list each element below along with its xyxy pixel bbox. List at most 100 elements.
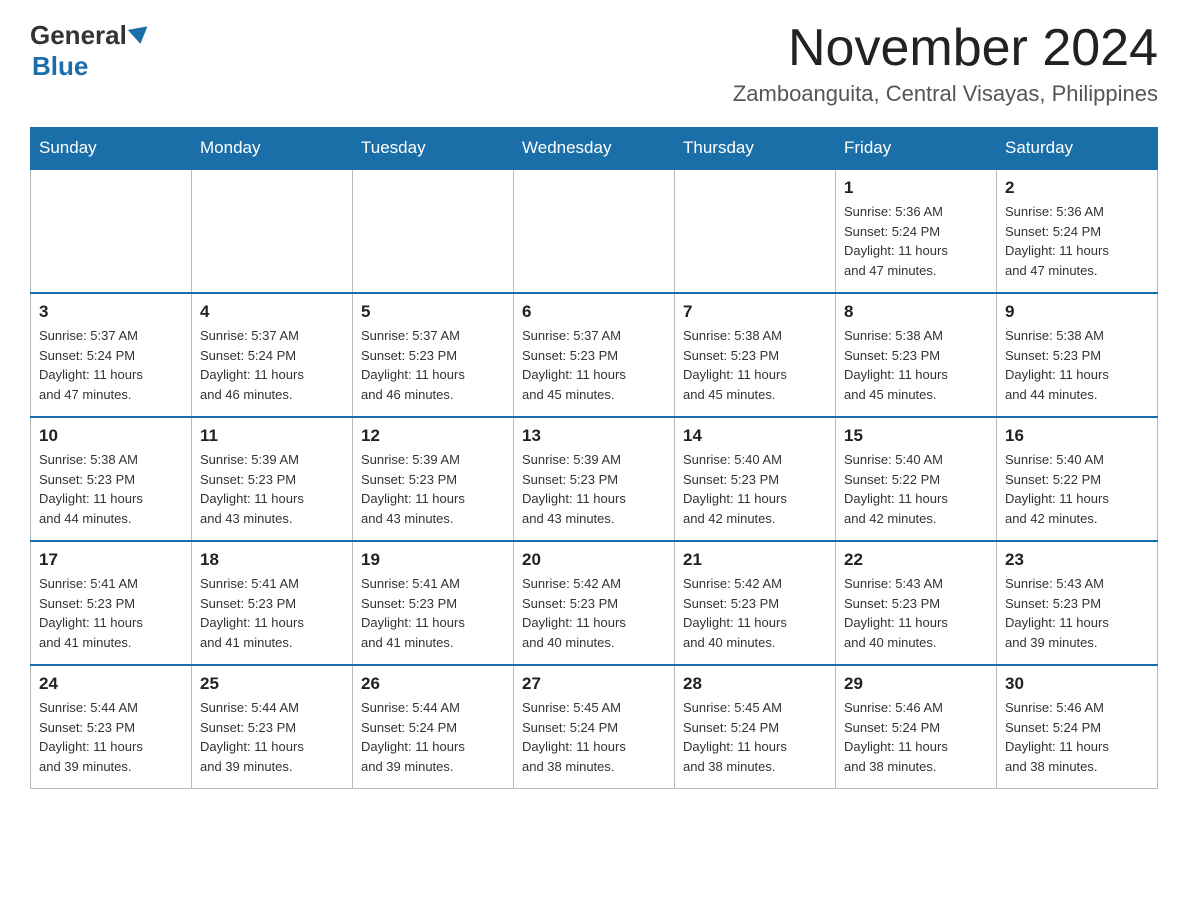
calendar-cell: 18 Sunrise: 5:41 AM Sunset: 5:23 PM Dayli…: [192, 541, 353, 665]
calendar-cell: 1Sunrise: 5:36 AM Sunset: 5:24 PM Daylig…: [836, 169, 997, 293]
day-number: 13: [522, 426, 666, 446]
calendar-header-tuesday: Tuesday: [353, 128, 514, 170]
calendar-cell: 8 Sunrise: 5:38 AM Sunset: 5:23 PM Daylig…: [836, 293, 997, 417]
calendar-cell: 13 Sunrise: 5:39 AM Sunset: 5:23 PM Dayli…: [514, 417, 675, 541]
day-number: 19: [361, 550, 505, 570]
calendar-cell: 6Sunrise: 5:37 AM Sunset: 5:23 PM Daylig…: [514, 293, 675, 417]
calendar-cell: 22 Sunrise: 5:43 AM Sunset: 5:23 PM Dayli…: [836, 541, 997, 665]
day-number: 24: [39, 674, 183, 694]
day-info: Sunrise: 5:39 AM Sunset: 5:23 PM Dayligh…: [522, 450, 666, 528]
calendar-header-friday: Friday: [836, 128, 997, 170]
day-info: Sunrise: 5:37 AM Sunset: 5:23 PM Dayligh…: [522, 326, 666, 404]
calendar-week-1: 1Sunrise: 5:36 AM Sunset: 5:24 PM Daylig…: [31, 169, 1158, 293]
day-info: Sunrise: 5:36 AM Sunset: 5:24 PM Dayligh…: [1005, 202, 1149, 280]
day-number: 11: [200, 426, 344, 446]
day-info: Sunrise: 5:38 AM Sunset: 5:23 PM Dayligh…: [844, 326, 988, 404]
calendar-cell: 5 Sunrise: 5:37 AM Sunset: 5:23 PM Daylig…: [353, 293, 514, 417]
day-number: 18: [200, 550, 344, 570]
day-number: 8: [844, 302, 988, 322]
day-info: Sunrise: 5:40 AM Sunset: 5:23 PM Dayligh…: [683, 450, 827, 528]
calendar-cell: 23 Sunrise: 5:43 AM Sunset: 5:23 PM Dayli…: [997, 541, 1158, 665]
day-number: 5: [361, 302, 505, 322]
day-info: Sunrise: 5:40 AM Sunset: 5:22 PM Dayligh…: [1005, 450, 1149, 528]
calendar-cell: 25 Sunrise: 5:44 AM Sunset: 5:23 PM Dayli…: [192, 665, 353, 789]
calendar-cell: [675, 169, 836, 293]
logo-arrow-icon: [128, 26, 150, 45]
day-info: Sunrise: 5:42 AM Sunset: 5:23 PM Dayligh…: [683, 574, 827, 652]
calendar-week-2: 3 Sunrise: 5:37 AM Sunset: 5:24 PM Daylig…: [31, 293, 1158, 417]
logo-general-text: General: [30, 20, 127, 51]
day-info: Sunrise: 5:46 AM Sunset: 5:24 PM Dayligh…: [844, 698, 988, 776]
day-number: 16: [1005, 426, 1149, 446]
day-number: 12: [361, 426, 505, 446]
day-number: 26: [361, 674, 505, 694]
day-info: Sunrise: 5:43 AM Sunset: 5:23 PM Dayligh…: [844, 574, 988, 652]
day-info: Sunrise: 5:43 AM Sunset: 5:23 PM Dayligh…: [1005, 574, 1149, 652]
calendar-cell: 9 Sunrise: 5:38 AM Sunset: 5:23 PM Daylig…: [997, 293, 1158, 417]
calendar-cell: 21Sunrise: 5:42 AM Sunset: 5:23 PM Dayli…: [675, 541, 836, 665]
title-section: November 2024 Zamboanguita, Central Visa…: [733, 20, 1158, 107]
calendar-cell: 26Sunrise: 5:44 AM Sunset: 5:24 PM Dayli…: [353, 665, 514, 789]
calendar-cell: 16 Sunrise: 5:40 AM Sunset: 5:22 PM Dayli…: [997, 417, 1158, 541]
location-text: Zamboanguita, Central Visayas, Philippin…: [733, 81, 1158, 107]
calendar-cell: [353, 169, 514, 293]
calendar-header-monday: Monday: [192, 128, 353, 170]
calendar-cell: 20Sunrise: 5:42 AM Sunset: 5:23 PM Dayli…: [514, 541, 675, 665]
calendar-cell: [192, 169, 353, 293]
day-info: Sunrise: 5:36 AM Sunset: 5:24 PM Dayligh…: [844, 202, 988, 280]
day-info: Sunrise: 5:44 AM Sunset: 5:23 PM Dayligh…: [200, 698, 344, 776]
day-info: Sunrise: 5:37 AM Sunset: 5:24 PM Dayligh…: [200, 326, 344, 404]
day-info: Sunrise: 5:37 AM Sunset: 5:23 PM Dayligh…: [361, 326, 505, 404]
calendar-cell: 30 Sunrise: 5:46 AM Sunset: 5:24 PM Dayli…: [997, 665, 1158, 789]
page-header: General Blue November 2024 Zamboanguita,…: [30, 20, 1158, 107]
calendar-cell: 2 Sunrise: 5:36 AM Sunset: 5:24 PM Daylig…: [997, 169, 1158, 293]
calendar-cell: 24 Sunrise: 5:44 AM Sunset: 5:23 PM Dayli…: [31, 665, 192, 789]
day-number: 25: [200, 674, 344, 694]
day-number: 10: [39, 426, 183, 446]
calendar-cell: 4Sunrise: 5:37 AM Sunset: 5:24 PM Daylig…: [192, 293, 353, 417]
day-info: Sunrise: 5:40 AM Sunset: 5:22 PM Dayligh…: [844, 450, 988, 528]
calendar-cell: 14 Sunrise: 5:40 AM Sunset: 5:23 PM Dayli…: [675, 417, 836, 541]
calendar-header-saturday: Saturday: [997, 128, 1158, 170]
calendar-cell: 7 Sunrise: 5:38 AM Sunset: 5:23 PM Daylig…: [675, 293, 836, 417]
calendar-week-4: 17 Sunrise: 5:41 AM Sunset: 5:23 PM Dayli…: [31, 541, 1158, 665]
day-number: 3: [39, 302, 183, 322]
day-info: Sunrise: 5:38 AM Sunset: 5:23 PM Dayligh…: [1005, 326, 1149, 404]
day-number: 9: [1005, 302, 1149, 322]
calendar-cell: 17Sunrise: 5:41 AM Sunset: 5:23 PM Dayli…: [31, 541, 192, 665]
day-info: Sunrise: 5:42 AM Sunset: 5:23 PM Dayligh…: [522, 574, 666, 652]
calendar-cell: [31, 169, 192, 293]
day-number: 2: [1005, 178, 1149, 198]
day-info: Sunrise: 5:46 AM Sunset: 5:24 PM Dayligh…: [1005, 698, 1149, 776]
day-number: 17: [39, 550, 183, 570]
calendar-week-5: 24 Sunrise: 5:44 AM Sunset: 5:23 PM Dayli…: [31, 665, 1158, 789]
day-info: Sunrise: 5:41 AM Sunset: 5:23 PM Dayligh…: [361, 574, 505, 652]
calendar-cell: 15 Sunrise: 5:40 AM Sunset: 5:22 PM Dayli…: [836, 417, 997, 541]
calendar-cell: 28Sunrise: 5:45 AM Sunset: 5:24 PM Dayli…: [675, 665, 836, 789]
day-number: 29: [844, 674, 988, 694]
day-number: 22: [844, 550, 988, 570]
day-info: Sunrise: 5:41 AM Sunset: 5:23 PM Dayligh…: [200, 574, 344, 652]
calendar-header-wednesday: Wednesday: [514, 128, 675, 170]
day-number: 23: [1005, 550, 1149, 570]
day-info: Sunrise: 5:45 AM Sunset: 5:24 PM Dayligh…: [522, 698, 666, 776]
logo-blue-text: Blue: [32, 51, 151, 82]
calendar-cell: 10 Sunrise: 5:38 AM Sunset: 5:23 PM Dayli…: [31, 417, 192, 541]
day-number: 14: [683, 426, 827, 446]
day-info: Sunrise: 5:38 AM Sunset: 5:23 PM Dayligh…: [39, 450, 183, 528]
day-number: 30: [1005, 674, 1149, 694]
calendar-cell: 29 Sunrise: 5:46 AM Sunset: 5:24 PM Dayli…: [836, 665, 997, 789]
calendar-cell: 19 Sunrise: 5:41 AM Sunset: 5:23 PM Dayli…: [353, 541, 514, 665]
calendar-header-sunday: Sunday: [31, 128, 192, 170]
day-number: 15: [844, 426, 988, 446]
day-info: Sunrise: 5:38 AM Sunset: 5:23 PM Dayligh…: [683, 326, 827, 404]
day-info: Sunrise: 5:44 AM Sunset: 5:23 PM Dayligh…: [39, 698, 183, 776]
calendar-header-row: SundayMondayTuesdayWednesdayThursdayFrid…: [31, 128, 1158, 170]
day-number: 7: [683, 302, 827, 322]
day-info: Sunrise: 5:39 AM Sunset: 5:23 PM Dayligh…: [361, 450, 505, 528]
logo: General Blue: [30, 20, 151, 82]
calendar-week-3: 10 Sunrise: 5:38 AM Sunset: 5:23 PM Dayli…: [31, 417, 1158, 541]
month-title: November 2024: [733, 20, 1158, 77]
day-info: Sunrise: 5:45 AM Sunset: 5:24 PM Dayligh…: [683, 698, 827, 776]
calendar-cell: 11Sunrise: 5:39 AM Sunset: 5:23 PM Dayli…: [192, 417, 353, 541]
